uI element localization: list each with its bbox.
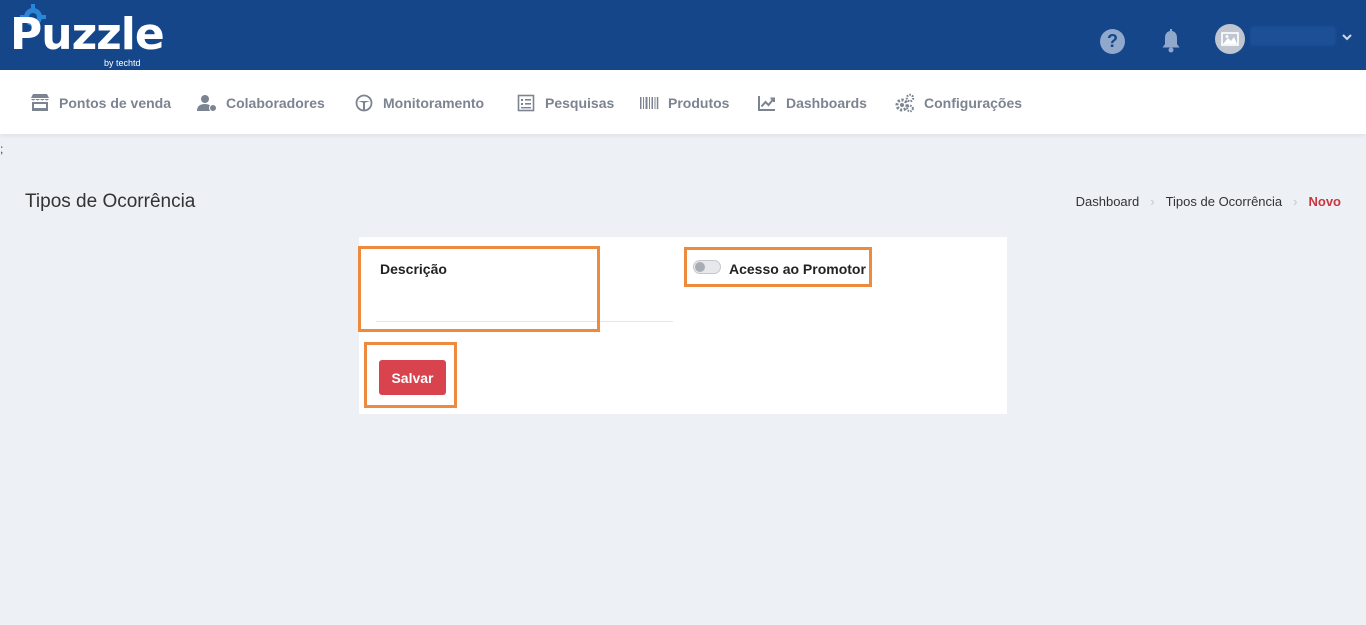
- image-placeholder-icon: [1221, 32, 1239, 46]
- nav-item-label: Pesquisas: [545, 95, 615, 111]
- breadcrumb-tipos-de-ocorrencia[interactable]: Tipos de Ocorrência: [1166, 194, 1283, 209]
- highlight-acesso-promotor: [684, 247, 872, 287]
- nav-item-dashboards[interactable]: Dashboards: [757, 92, 867, 114]
- nav-item-configuracoes[interactable]: Configurações: [895, 92, 1022, 114]
- nav-item-label: Colaboradores: [226, 95, 325, 111]
- chevron-down-icon[interactable]: [1340, 30, 1354, 44]
- top-bar: Puzzle by techtd ?: [0, 0, 1366, 70]
- stray-semicolon: ;: [0, 142, 4, 156]
- highlight-save-button: [364, 342, 457, 408]
- nav-item-label: Pontos de venda: [59, 95, 172, 111]
- nav-item-label: Produtos: [668, 95, 730, 111]
- survey-icon: [517, 94, 535, 112]
- gears-icon: [895, 93, 915, 113]
- nav-item-label: Configurações: [924, 95, 1023, 111]
- breadcrumb-separator-icon: ›: [1293, 194, 1298, 209]
- users-icon: [197, 95, 217, 112]
- breadcrumb-dashboard[interactable]: Dashboard: [1076, 194, 1140, 209]
- nav-item-label: Monitoramento: [383, 95, 485, 111]
- breadcrumb: Dashboard › Tipos de Ocorrência › Novo: [1076, 194, 1341, 209]
- nav-item-pesquisas[interactable]: Pesquisas: [516, 92, 614, 114]
- barcode-icon: [640, 97, 659, 109]
- page-title: Tipos de Ocorrência: [25, 191, 196, 212]
- notification-bell-icon[interactable]: [1158, 28, 1184, 54]
- highlight-descricao: [358, 246, 600, 332]
- nav-item-label: Dashboards: [786, 95, 867, 111]
- nav-item-monitoramento[interactable]: Monitoramento: [354, 92, 484, 114]
- username-redacted[interactable]: [1250, 26, 1336, 46]
- puzzle-logo[interactable]: Puzzle by techtd: [10, 2, 165, 68]
- logo-text: Puzzle: [10, 9, 165, 60]
- nav-item-produtos[interactable]: Produtos: [639, 92, 729, 114]
- nav-item-colaboradores[interactable]: Colaboradores: [197, 92, 325, 114]
- chart-line-icon: [758, 96, 775, 111]
- monitor-icon: [355, 94, 373, 112]
- breadcrumb-current: Novo: [1308, 194, 1342, 209]
- help-icon[interactable]: ?: [1100, 29, 1125, 54]
- user-avatar[interactable]: [1215, 24, 1245, 54]
- breadcrumb-separator-icon: ›: [1150, 194, 1155, 209]
- main-nav: Pontos de venda Colaboradores Monitorame…: [0, 70, 1366, 134]
- nav-item-pontos-de-venda[interactable]: Pontos de venda: [30, 92, 171, 114]
- store-icon: [31, 94, 49, 111]
- logo-subtitle: by techtd: [104, 58, 141, 68]
